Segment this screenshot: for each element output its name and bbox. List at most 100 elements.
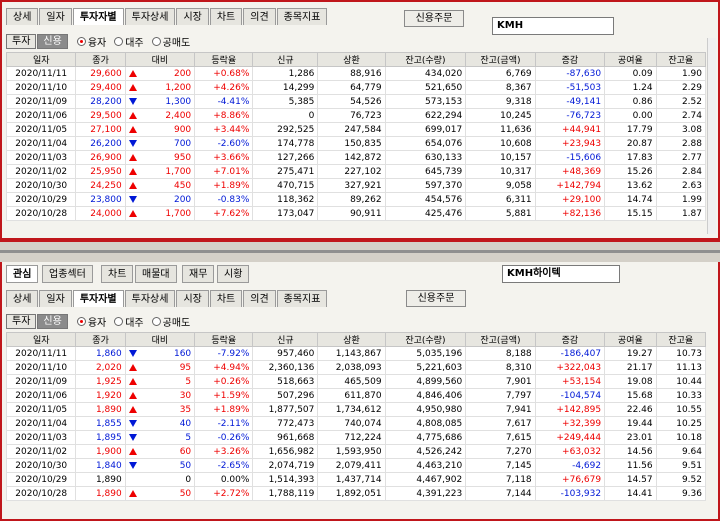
column-header[interactable]: 종가 — [75, 332, 126, 347]
tab-sector[interactable]: 업종섹터 — [42, 265, 93, 283]
table-row[interactable]: 2020/11/10 2,020 95 +4.94% 2,360,136 2,038,09… — [5, 360, 707, 375]
column-header[interactable]: 대비 — [124, 332, 196, 347]
cell-rate: +4.94% — [194, 360, 254, 375]
splitter[interactable] — [0, 240, 720, 262]
tab-daily[interactable]: 일자 — [39, 290, 72, 307]
tab-volume-profile[interactable]: 매물대 — [135, 265, 177, 283]
column-header[interactable]: 잔고율 — [655, 332, 707, 347]
scrollbar[interactable] — [707, 38, 716, 234]
tab-chart[interactable]: 차트 — [101, 265, 134, 283]
tab-market-news[interactable]: 시황 — [217, 265, 250, 283]
tab-investor-detail[interactable]: 투자상세 — [124, 290, 176, 307]
column-header[interactable]: 등락율 — [194, 332, 254, 347]
radio-short-sell[interactable]: 공매도 — [151, 314, 190, 329]
table-row[interactable]: 2020/10/29 23,800 200 -0.83% 118,362 89,262 45… — [5, 192, 707, 207]
column-header[interactable]: 상환 — [317, 52, 386, 67]
splitter-bar[interactable] — [0, 250, 720, 253]
column-header[interactable]: 일자 — [5, 52, 77, 67]
table-row[interactable]: 2020/11/09 28,200 1,300 -4.41% 5,385 54,526 57… — [5, 94, 707, 109]
change-value: 95 — [179, 362, 192, 373]
column-header[interactable]: 잔고(금액) — [465, 332, 536, 347]
table-row[interactable]: 2020/11/06 29,500 2,400 +8.86% 0 76,723 622,29… — [5, 108, 707, 123]
tab-detail[interactable]: 상세 — [6, 8, 39, 25]
tab-chart[interactable]: 차트 — [209, 8, 243, 25]
table-row[interactable]: 2020/10/30 24,250 450 +1.89% 470,715 327,921 5… — [5, 178, 707, 193]
change-value: 700 — [173, 138, 192, 149]
tab-chart[interactable]: 차트 — [209, 290, 243, 307]
change-value: 450 — [173, 180, 192, 191]
column-header[interactable]: 증감 — [534, 332, 606, 347]
tab-detail[interactable]: 상세 — [6, 290, 39, 307]
column-header[interactable]: 상환 — [317, 332, 386, 347]
tab-investor[interactable]: 투자자별 — [72, 290, 124, 307]
table-row[interactable]: 2020/11/04 26,200 700 -2.60% 174,778 150,835 6… — [5, 136, 707, 151]
table-row[interactable]: 2020/11/02 1,900 60 +3.26% 1,656,982 1,593,95… — [5, 444, 707, 459]
radio-borrow[interactable]: 대주 — [114, 314, 144, 329]
tab-opinion[interactable]: 의견 — [243, 8, 276, 25]
table-row[interactable]: 2020/10/30 1,840 50 -2.65% 2,074,719 2,079,41… — [5, 458, 707, 473]
cell-ratio: 10.33 — [655, 388, 707, 403]
tab-opinion[interactable]: 의견 — [243, 290, 276, 307]
tab-watchlist[interactable]: 관심 — [6, 265, 39, 283]
column-header[interactable]: 잔고(수량) — [384, 332, 467, 347]
cell-bal_amt: 9,058 — [465, 178, 536, 193]
credit-order-button[interactable]: 신용주문 — [406, 290, 466, 307]
table-row[interactable]: 2020/11/03 26,900 950 +3.66% 127,266 142,872 6… — [5, 150, 707, 165]
cell-rate: +1.89% — [194, 178, 254, 193]
radio-short-sell[interactable]: 공매도 — [151, 34, 190, 49]
tab-investor[interactable]: 투자자별 — [72, 8, 124, 25]
column-header[interactable]: 증감 — [534, 52, 606, 67]
cell-change: 1,300 — [124, 94, 196, 109]
cell-bal_amt: 7,901 — [465, 374, 536, 389]
column-header[interactable]: 신규 — [252, 52, 319, 67]
column-header[interactable]: 신규 — [252, 332, 319, 347]
table-row[interactable]: 2020/11/03 1,895 5 -0.26% 961,668 712,224 4,77… — [5, 430, 707, 445]
cell-repay: 227,102 — [317, 164, 386, 179]
table-row[interactable]: 2020/10/29 1,890 0 0.00% 1,514,393 1,437,714 4… — [5, 472, 707, 487]
cell-repay: 2,079,411 — [317, 458, 386, 473]
cell-bal_qty: 630,133 — [384, 150, 467, 165]
credit-order-button[interactable]: 신용주문 — [404, 10, 464, 27]
radio-label: 대주 — [125, 37, 144, 49]
table-row[interactable]: 2020/11/02 25,950 1,700 +7.01% 275,471 227,10… — [5, 164, 707, 179]
filter-credit-button[interactable]: 신용 — [37, 33, 68, 49]
column-header[interactable]: 종가 — [75, 52, 126, 67]
cell-bal_amt: 7,118 — [465, 472, 536, 487]
tab-investor-detail[interactable]: 투자상세 — [124, 8, 176, 25]
column-header[interactable]: 공여율 — [604, 332, 657, 347]
stock-name-field[interactable]: KMH — [492, 17, 614, 35]
column-header[interactable]: 공여율 — [604, 52, 657, 67]
table-row[interactable]: 2020/11/04 1,855 40 -2.11% 772,473 740,074 4,8… — [5, 416, 707, 431]
filter-investor-button[interactable]: 투자 — [6, 33, 37, 49]
table-row[interactable]: 2020/11/06 1,920 30 +1.59% 507,296 611,870 4,8… — [5, 388, 707, 403]
table-row[interactable]: 2020/11/10 29,400 1,200 +4.26% 14,299 64,779 5… — [5, 80, 707, 95]
cell-ratio: 9.51 — [655, 458, 707, 473]
column-header[interactable]: 잔고(금액) — [465, 52, 536, 67]
column-header[interactable]: 일자 — [5, 332, 77, 347]
tab-market[interactable]: 시장 — [176, 290, 209, 307]
column-header[interactable]: 등락율 — [194, 52, 254, 67]
radio-borrow[interactable]: 대주 — [114, 34, 144, 49]
column-header[interactable]: 대비 — [124, 52, 196, 67]
radio-loan[interactable]: 융자 — [76, 314, 106, 329]
tab-indicator[interactable]: 종목지표 — [276, 8, 328, 25]
filter-investor-button[interactable]: 투자 — [6, 313, 37, 329]
cell-close: 1,890 — [75, 472, 126, 487]
column-header[interactable]: 잔고율 — [655, 52, 707, 67]
filter-credit-button[interactable]: 신용 — [37, 313, 68, 329]
table-row[interactable]: 2020/11/11 29,600 200 +0.68% 1,286 88,916 434,… — [5, 66, 707, 81]
table-row[interactable]: 2020/11/05 27,100 900 +3.44% 292,525 247,584 6… — [5, 122, 707, 137]
column-header[interactable]: 잔고(수량) — [384, 52, 467, 67]
table-row[interactable]: 2020/10/28 1,890 50 +2.72% 1,788,119 1,892,05… — [5, 486, 707, 501]
tab-indicator[interactable]: 종목지표 — [276, 290, 328, 307]
stock-name-field[interactable]: KMH하이텍 — [502, 265, 620, 283]
up-arrow-icon — [128, 168, 137, 175]
table-row[interactable]: 2020/11/05 1,890 35 +1.89% 1,877,507 1,734,61… — [5, 402, 707, 417]
table-row[interactable]: 2020/11/11 1,860 160 -7.92% 957,460 1,143,867… — [5, 346, 707, 361]
tab-market[interactable]: 시장 — [176, 8, 209, 25]
table-row[interactable]: 2020/11/09 1,925 5 +0.26% 518,663 465,509 4,89… — [5, 374, 707, 389]
table-row[interactable]: 2020/10/28 24,000 1,700 +7.62% 173,047 90,911… — [5, 206, 707, 221]
tab-financial[interactable]: 재무 — [182, 265, 215, 283]
tab-daily[interactable]: 일자 — [39, 8, 72, 25]
radio-loan[interactable]: 융자 — [76, 34, 106, 49]
